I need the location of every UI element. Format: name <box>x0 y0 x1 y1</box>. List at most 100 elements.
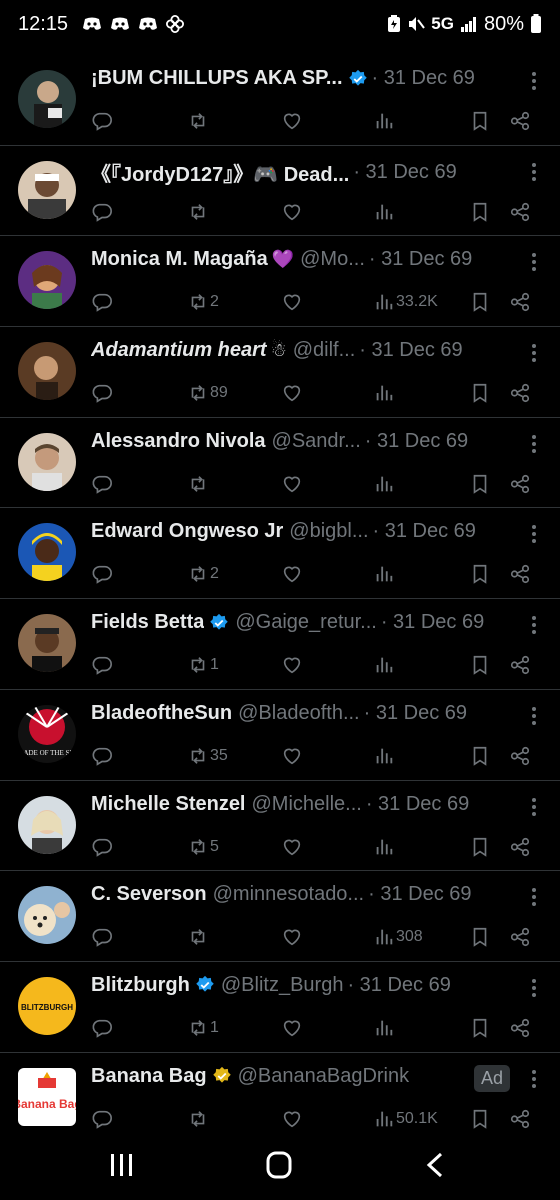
tweet-row[interactable]: BLITZBURGH Blitzburgh @Blitz_Burgh · 31 Dec… <box>0 962 560 1053</box>
views-button[interactable] <box>373 381 396 405</box>
reply-button[interactable] <box>91 925 113 949</box>
avatar[interactable] <box>18 614 76 673</box>
more-options-icon[interactable] <box>530 252 538 272</box>
user-handle[interactable]: @Michelle... <box>252 793 362 816</box>
bookmark-button[interactable] <box>469 835 491 859</box>
avatar[interactable]: BLITZBURGH <box>18 976 76 1035</box>
bookmark-button[interactable] <box>469 925 491 949</box>
views-button[interactable] <box>373 653 396 677</box>
reply-button[interactable] <box>91 109 113 133</box>
tweet-row[interactable]: Edward Ongweso Jr @bigbl... · 31 Dec 69 2 <box>0 508 560 600</box>
user-handle[interactable]: @BananaBagDrink <box>238 1065 410 1088</box>
back-icon[interactable] <box>416 1150 456 1180</box>
share-button[interactable] <box>509 1016 531 1040</box>
bookmark-button[interactable] <box>469 200 491 224</box>
tweet-row[interactable]: ¡BUM CHILLUPS AKA SP... · 31 Dec 69 <box>0 55 560 146</box>
avatar[interactable] <box>18 795 76 854</box>
retweet-button[interactable]: 2 <box>187 562 219 586</box>
like-button[interactable] <box>281 744 303 768</box>
like-button[interactable] <box>281 653 303 677</box>
user-handle[interactable]: @Gaige_retur... <box>235 611 376 634</box>
like-button[interactable] <box>281 200 303 224</box>
retweet-button[interactable]: 1 <box>187 653 219 677</box>
like-button[interactable] <box>281 562 303 586</box>
avatar[interactable]: Banana Bag <box>18 1067 76 1126</box>
more-options-icon[interactable] <box>530 978 538 998</box>
reply-button[interactable] <box>91 200 113 224</box>
avatar[interactable] <box>18 342 76 401</box>
share-button[interactable] <box>509 381 531 405</box>
more-options-icon[interactable] <box>530 1069 538 1089</box>
bookmark-button[interactable] <box>469 381 491 405</box>
reply-button[interactable] <box>91 835 113 859</box>
views-button[interactable]: 33.2K <box>373 290 438 314</box>
retweet-button[interactable] <box>187 200 210 224</box>
user-handle[interactable]: @Sandr... <box>272 430 361 453</box>
tweet-row[interactable]: Fields Betta @Gaige_retur... · 31 Dec 69 1 <box>0 599 560 690</box>
share-button[interactable] <box>509 290 531 314</box>
more-options-icon[interactable] <box>530 71 538 91</box>
display-name[interactable]: Blitzburgh <box>91 974 190 997</box>
share-button[interactable] <box>509 835 531 859</box>
display-name[interactable]: Edward Ongweso Jr <box>91 520 283 543</box>
avatar[interactable] <box>18 70 76 128</box>
more-options-icon[interactable] <box>530 343 538 363</box>
bookmark-button[interactable] <box>469 1107 491 1131</box>
user-handle[interactable]: @minnesotado... <box>213 883 365 906</box>
bookmark-button[interactable] <box>469 562 491 586</box>
retweet-button[interactable] <box>187 925 210 949</box>
reply-button[interactable] <box>91 472 113 496</box>
avatar[interactable] <box>18 160 76 219</box>
display-name[interactable]: C. Severson <box>91 883 207 906</box>
user-handle[interactable]: @Bladeofth... <box>238 702 359 725</box>
like-button[interactable] <box>281 290 303 314</box>
reply-button[interactable] <box>91 290 113 314</box>
reply-button[interactable] <box>91 1107 113 1131</box>
share-button[interactable] <box>509 1107 531 1131</box>
share-button[interactable] <box>509 562 531 586</box>
retweet-button[interactable] <box>187 1107 210 1131</box>
user-handle[interactable]: @Blitz_Burgh <box>221 974 344 997</box>
share-button[interactable] <box>509 109 531 133</box>
reply-button[interactable] <box>91 744 113 768</box>
display-name[interactable]: Alessandro Nivola <box>91 430 266 453</box>
views-button[interactable]: 50.1K <box>373 1107 438 1131</box>
tweet-row[interactable]: Alessandro Nivola @Sandr... · 31 Dec 69 <box>0 418 560 509</box>
display-name[interactable]: Michelle Stenzel <box>91 793 246 816</box>
tweet-row[interactable]: C. Severson @minnesotado... · 31 Dec 69 308 <box>0 871 560 962</box>
views-button[interactable] <box>373 1016 396 1040</box>
recent-apps-icon[interactable] <box>102 1150 142 1180</box>
user-handle[interactable]: @bigbl... <box>289 520 368 543</box>
tweet-row[interactable]: Adamantium heart ☃ @dilf... · 31 Dec 69 89 <box>0 327 560 418</box>
reply-button[interactable] <box>91 1016 113 1040</box>
tweet-row[interactable]: Michelle Stenzel @Michelle... · 31 Dec 69 5 <box>0 781 560 872</box>
tweet-row[interactable]: BLADE OF THE SUN BladeoftheSun @Bladeofth.… <box>0 690 560 781</box>
share-button[interactable] <box>509 200 531 224</box>
views-button[interactable] <box>373 562 396 586</box>
retweet-button[interactable]: 35 <box>187 744 228 768</box>
views-button[interactable] <box>373 835 396 859</box>
display-name[interactable]: BladeoftheSun <box>91 702 232 725</box>
like-button[interactable] <box>281 472 303 496</box>
more-options-icon[interactable] <box>530 524 538 544</box>
bookmark-button[interactable] <box>469 1016 491 1040</box>
user-handle[interactable]: @Mo... <box>300 248 365 271</box>
home-icon[interactable] <box>259 1150 299 1180</box>
views-button[interactable] <box>373 744 396 768</box>
more-options-icon[interactable] <box>530 797 538 817</box>
reply-button[interactable] <box>91 562 113 586</box>
more-options-icon[interactable] <box>530 162 538 182</box>
more-options-icon[interactable] <box>530 615 538 635</box>
retweet-button[interactable] <box>187 472 210 496</box>
avatar[interactable] <box>18 432 76 491</box>
more-options-icon[interactable] <box>530 706 538 726</box>
share-button[interactable] <box>509 925 531 949</box>
views-button[interactable] <box>373 200 396 224</box>
display-name[interactable]: Adamantium heart <box>91 339 267 362</box>
like-button[interactable] <box>281 835 303 859</box>
retweet-button[interactable] <box>187 109 210 133</box>
more-options-icon[interactable] <box>530 887 538 907</box>
display-name[interactable]: 《『JordyD127』》🎮 Dead... <box>91 158 349 187</box>
avatar[interactable]: BLADE OF THE SUN <box>18 704 76 763</box>
retweet-button[interactable]: 5 <box>187 835 219 859</box>
